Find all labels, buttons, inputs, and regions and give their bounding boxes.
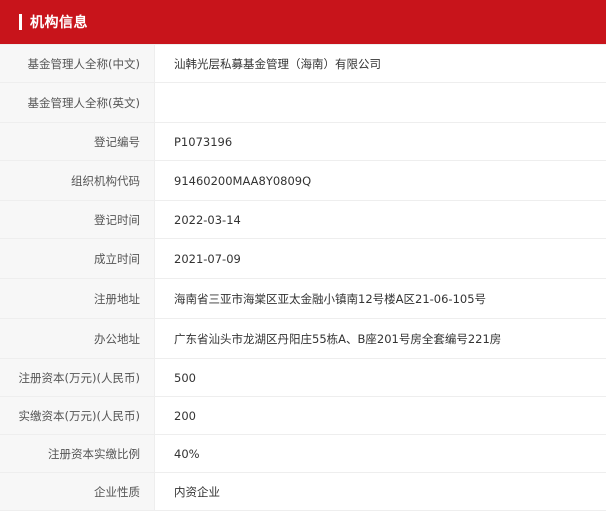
row-label: 企业性质 bbox=[0, 473, 155, 510]
row-value: 内资企业 bbox=[174, 484, 220, 499]
info-row-paid-capital: 实缴资本(万元)(人民币) 200 bbox=[0, 397, 606, 435]
row-value bbox=[155, 83, 606, 122]
row-value: 广东省汕头市龙湖区丹阳庄55栋A、B座201号房全套编号221房 bbox=[174, 331, 502, 346]
info-row-registration-date: 登记时间 2022-03-14 bbox=[0, 201, 606, 239]
row-value: P1073196 bbox=[174, 134, 233, 149]
info-row-registration-number: 登记编号 P1073196 bbox=[0, 123, 606, 161]
row-label: 注册地址 bbox=[0, 279, 155, 318]
row-value: 91460200MAA8Y0809Q bbox=[174, 173, 312, 188]
row-label: 办公地址 bbox=[0, 319, 155, 358]
row-value: 2021-07-09 bbox=[174, 251, 241, 266]
info-row-org-code: 组织机构代码 91460200MAA8Y0809Q bbox=[0, 161, 606, 201]
row-label: 成立时间 bbox=[0, 239, 155, 278]
info-row-enterprise-type: 企业性质 内资企业 bbox=[0, 473, 606, 511]
header-accent-bar bbox=[19, 14, 22, 30]
info-row-name-cn: 基金管理人全称(中文) 汕韩光层私募基金管理（海南）有限公司 bbox=[0, 45, 606, 83]
row-label: 基金管理人全称(中文) bbox=[0, 45, 155, 82]
row-label: 注册资本实缴比例 bbox=[0, 435, 155, 472]
info-table: 基金管理人全称(中文) 汕韩光层私募基金管理（海南）有限公司 基金管理人全称(英… bbox=[0, 44, 606, 511]
row-value: 200 bbox=[174, 408, 196, 423]
info-row-office-address: 办公地址 广东省汕头市龙湖区丹阳庄55栋A、B座201号房全套编号221房 bbox=[0, 319, 606, 359]
institution-info-panel: 机构信息 基金管理人全称(中文) 汕韩光层私募基金管理（海南）有限公司 基金管理… bbox=[0, 0, 606, 511]
section-header: 机构信息 bbox=[0, 0, 606, 44]
row-value: 40% bbox=[174, 446, 200, 461]
row-label: 登记时间 bbox=[0, 201, 155, 238]
row-value: 2022-03-14 bbox=[174, 212, 241, 227]
info-row-name-en: 基金管理人全称(英文) bbox=[0, 83, 606, 123]
row-value: 汕韩光层私募基金管理（海南）有限公司 bbox=[174, 56, 381, 71]
row-label: 组织机构代码 bbox=[0, 161, 155, 200]
info-row-paid-ratio: 注册资本实缴比例 40% bbox=[0, 435, 606, 473]
row-label: 注册资本(万元)(人民币) bbox=[0, 359, 155, 396]
info-row-registered-address: 注册地址 海南省三亚市海棠区亚太金融小镇南12号楼A区21-06-105号 bbox=[0, 279, 606, 319]
row-value: 海南省三亚市海棠区亚太金融小镇南12号楼A区21-06-105号 bbox=[174, 291, 487, 306]
row-value: 500 bbox=[174, 370, 196, 385]
info-row-registered-capital: 注册资本(万元)(人民币) 500 bbox=[0, 359, 606, 397]
info-row-established-date: 成立时间 2021-07-09 bbox=[0, 239, 606, 279]
row-label: 实缴资本(万元)(人民币) bbox=[0, 397, 155, 434]
row-label: 基金管理人全称(英文) bbox=[0, 83, 155, 122]
row-label: 登记编号 bbox=[0, 123, 155, 160]
section-title: 机构信息 bbox=[30, 15, 88, 31]
